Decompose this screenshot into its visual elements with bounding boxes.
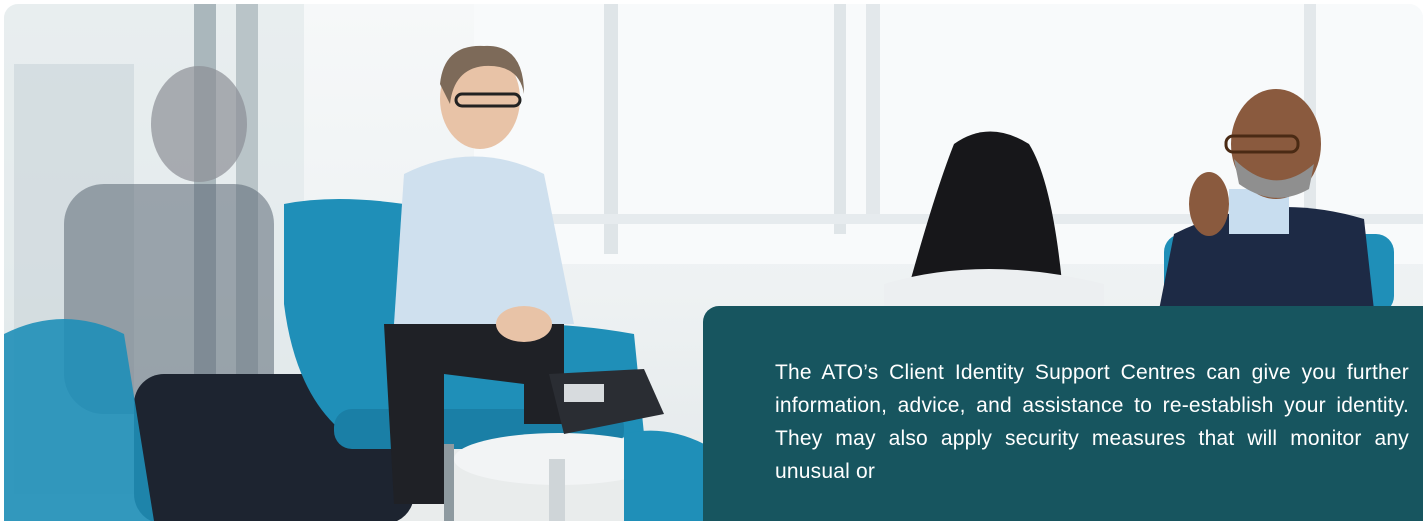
info-text: The ATO’s Client Identity Support Centre…	[775, 361, 1409, 483]
info-panel: The ATO’s Client Identity Support Centre…	[703, 306, 1423, 521]
